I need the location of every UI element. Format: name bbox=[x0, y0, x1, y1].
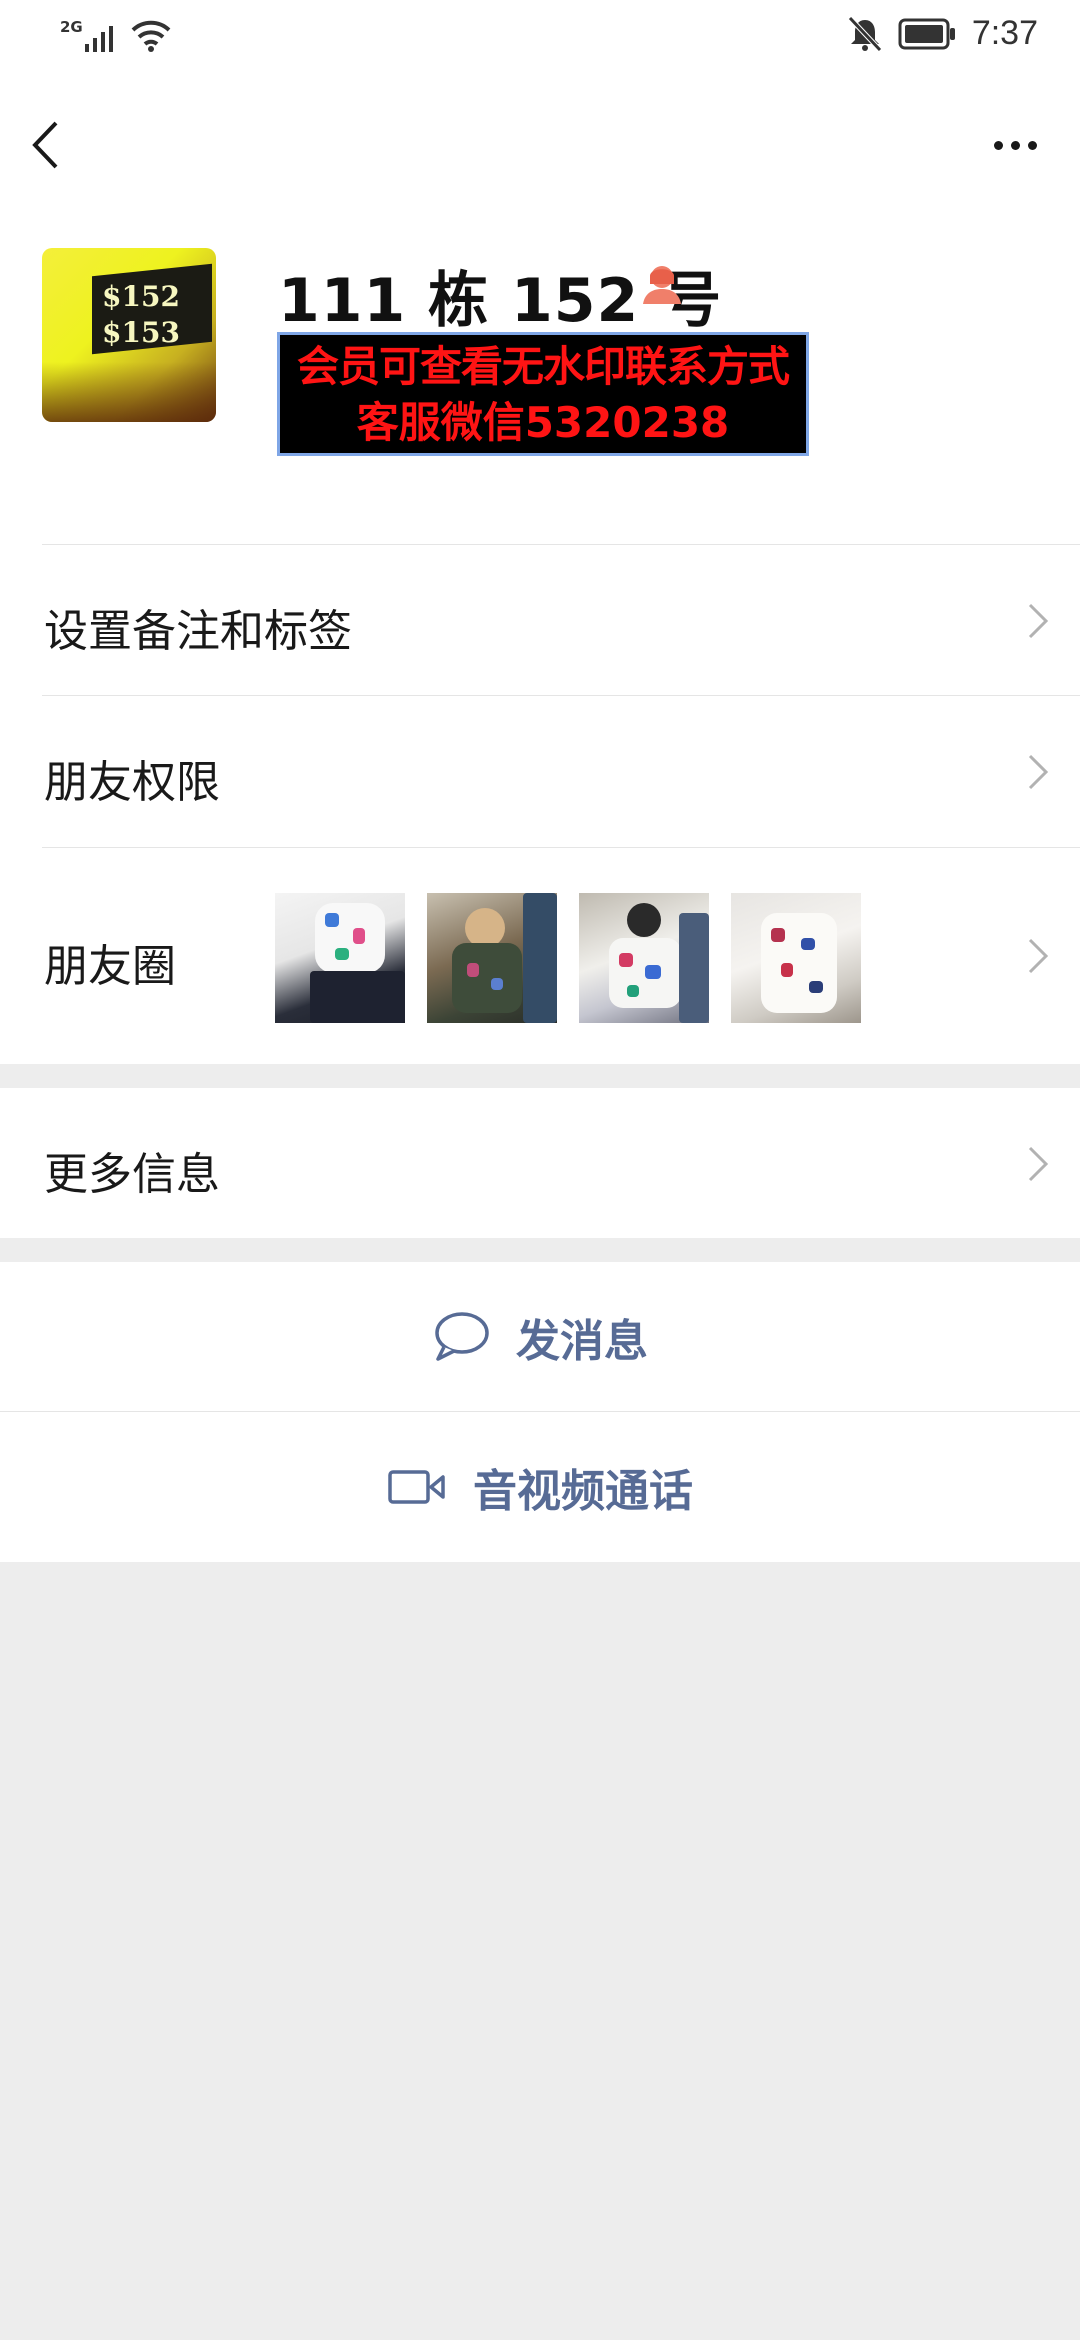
video-camera-icon bbox=[388, 1470, 445, 1504]
moments-thumbnail bbox=[579, 893, 709, 1023]
friend-permissions-row[interactable]: 朋友权限 bbox=[0, 696, 1080, 848]
more-button[interactable] bbox=[980, 105, 1050, 185]
friend-permissions-label: 朋友权限 bbox=[44, 757, 220, 808]
chevron-right-icon bbox=[1028, 938, 1049, 974]
moments-thumbnail bbox=[275, 893, 405, 1023]
status-left: 2G bbox=[60, 18, 173, 52]
send-message-button[interactable]: 发消息 bbox=[0, 1262, 1080, 1411]
avatar-text-2: $153 bbox=[102, 316, 180, 349]
moments-row[interactable]: 朋友圈 bbox=[0, 848, 1080, 1064]
remark-tags-row[interactable]: 设置备注和标签 bbox=[0, 545, 1080, 696]
profile-header: $152 $153 111 栋 152 号 会员可查看无水印联系方式 客服微信5… bbox=[0, 210, 1080, 545]
chevron-right-icon bbox=[1028, 1146, 1049, 1182]
promo-line-1: 会员可查看无水印联系方式 bbox=[296, 342, 790, 391]
chat-bubble-icon bbox=[435, 1311, 489, 1361]
chevron-right-icon bbox=[1028, 603, 1049, 639]
avatar-text-1: $152 bbox=[102, 280, 180, 313]
more-info-row[interactable]: 更多信息 bbox=[0, 1088, 1080, 1238]
promo-line-2: 客服微信5320238 bbox=[356, 398, 730, 447]
female-icon bbox=[640, 262, 684, 310]
avatar[interactable]: $152 $153 bbox=[42, 248, 216, 422]
video-call-button[interactable]: 音视频通话 bbox=[0, 1412, 1080, 1562]
signal-icon bbox=[84, 26, 113, 52]
chevron-left-icon bbox=[32, 121, 58, 169]
mute-bell-icon bbox=[847, 15, 882, 52]
status-right: 7:37 bbox=[847, 14, 1038, 53]
promo-banner: 会员可查看无水印联系方式 客服微信5320238 bbox=[277, 332, 809, 456]
network-type: 2G bbox=[60, 18, 83, 36]
battery-icon bbox=[898, 18, 955, 49]
moments-thumbnail bbox=[731, 893, 861, 1023]
clock: 7:37 bbox=[971, 14, 1038, 52]
chevron-right-icon bbox=[1028, 754, 1049, 790]
status-bar: 2G 7:37 bbox=[0, 0, 1080, 75]
back-button[interactable] bbox=[30, 105, 90, 185]
more-dots-icon bbox=[993, 140, 1037, 150]
more-info-label: 更多信息 bbox=[44, 1149, 220, 1200]
remark-tags-label: 设置备注和标签 bbox=[44, 606, 352, 657]
nav-bar bbox=[0, 75, 1080, 210]
moments-thumbnail bbox=[427, 893, 557, 1023]
moments-label: 朋友圈 bbox=[44, 941, 176, 992]
wifi-icon bbox=[131, 20, 171, 52]
send-message-label: 发消息 bbox=[516, 1315, 648, 1367]
video-call-label: 音视频通话 bbox=[473, 1466, 693, 1517]
